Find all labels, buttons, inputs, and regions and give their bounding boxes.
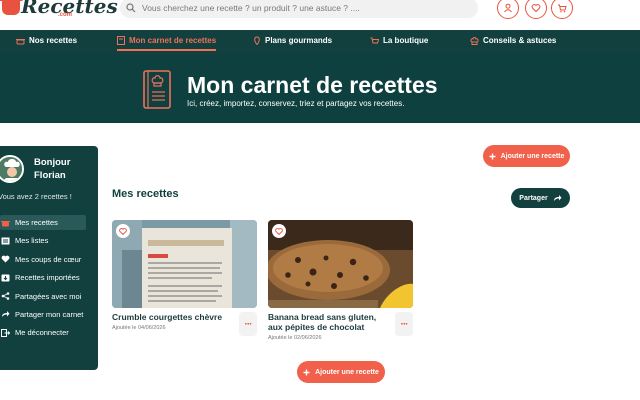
page-title: Mon carnet de recettes	[187, 72, 438, 98]
recipe-card[interactable]: Banana bread sans gluten, aux pépites de…	[268, 220, 413, 341]
favorite-toggle[interactable]	[116, 224, 130, 238]
search-bar[interactable]	[120, 0, 478, 18]
add-recipe-label: Ajouter une recette	[500, 152, 565, 160]
sidebar-item-label: Mes listes	[15, 236, 49, 246]
map-icon	[254, 36, 260, 45]
heart-icon	[1, 255, 10, 263]
active-underline	[117, 49, 217, 51]
greeting-line-1: Bonjour	[34, 157, 71, 168]
chef-hat-icon	[470, 36, 479, 45]
recipe-count: Vous avez 2 recettes !	[0, 192, 72, 201]
sidebar-item-partagees-avec-moi[interactable]: Partagées avec moi	[0, 289, 86, 304]
sidebar-item-label: Mes coups de cœur	[15, 254, 82, 264]
pot-icon	[16, 38, 25, 44]
search-input[interactable]	[142, 3, 462, 13]
share-arrow-icon	[553, 195, 562, 201]
sidebar-item-partager-mon-carnet[interactable]: Partager mon carnet	[0, 307, 86, 322]
page-subtitle: Ici, créez, importez, conservez, triez e…	[187, 99, 405, 108]
recipe-title[interactable]: Banana bread sans gluten, aux pépites de…	[268, 312, 390, 332]
nav-item-label: Mon carnet de recettes	[129, 36, 217, 45]
nav-item-label: Plans gourmands	[265, 36, 333, 45]
section-title: Mes recettes	[112, 188, 179, 200]
site-logo[interactable]: Recettes .com	[0, 0, 118, 22]
account-button[interactable]	[497, 0, 519, 19]
recipe-title[interactable]: Crumble courgettes chèvre	[112, 312, 234, 322]
plus-icon	[489, 153, 496, 159]
recipe-book-icon	[143, 70, 171, 109]
nav-item-label: La boutique	[383, 36, 429, 45]
sidebar-item-label: Mes recettes	[15, 218, 58, 227]
avatar	[0, 155, 24, 183]
add-recipe-label: Ajouter une recette	[315, 368, 379, 376]
logout-icon	[1, 328, 10, 337]
sidebar-item-coups-de-coeur[interactable]: Mes coups de cœur	[0, 252, 86, 267]
nav-item-plans-gourmands[interactable]: Plans gourmands	[253, 36, 332, 45]
sidebar-item-label: Partager mon carnet	[15, 309, 84, 319]
sidebar-item-label: Me déconnecter	[15, 328, 69, 338]
recipe-image[interactable]	[268, 220, 413, 308]
import-icon	[1, 274, 10, 282]
sidebar: Bonjour Florian Vous avez 2 recettes ! M…	[0, 146, 98, 370]
sidebar-item-label: Recettes importées	[15, 273, 80, 283]
sidebar-item-mes-listes[interactable]: Mes listes	[0, 233, 86, 248]
top-bar: Recettes .com	[0, 0, 640, 30]
main-nav: Nos recettes Mon carnet de recettes Plan…	[0, 30, 640, 54]
nav-item-label: Conseils & astuces	[483, 36, 557, 45]
sidebar-item-recettes-importees[interactable]: Recettes importées	[0, 270, 86, 285]
list-icon	[1, 237, 10, 245]
user-name: Florian	[34, 170, 66, 181]
sidebar-item-label: Partagées avec moi	[15, 291, 82, 301]
greeting: Bonjour Florian	[34, 156, 70, 182]
share-label: Partager	[519, 194, 548, 202]
sidebar-item-me-deconnecter[interactable]: Me déconnecter	[0, 325, 86, 340]
recipe-card[interactable]: Crumble courgettes chèvre Ajoutée le 04/…	[112, 220, 257, 336]
main-content: Bonjour Florian Vous avez 2 recettes ! M…	[0, 123, 640, 400]
add-recipe-button-bottom[interactable]: Ajouter une recette	[297, 361, 385, 383]
more-options-button[interactable]: ···	[395, 312, 413, 336]
chef-avatar-icon	[0, 157, 22, 181]
heart-icon	[275, 227, 283, 235]
nav-item-nos-recettes[interactable]: Nos recettes	[16, 36, 77, 45]
recipe-image[interactable]	[112, 220, 257, 308]
favorites-button[interactable]	[525, 0, 547, 19]
recipe-date: Ajoutée le 04/06/2026	[112, 325, 166, 331]
book-icon	[117, 36, 125, 45]
nav-item-la-boutique[interactable]: La boutique	[370, 36, 428, 45]
cart-icon	[558, 4, 567, 13]
share-network-icon	[1, 292, 10, 300]
heart-icon	[531, 4, 541, 13]
nav-item-mon-carnet[interactable]: Mon carnet de recettes	[117, 36, 217, 51]
nav-item-label: Nos recettes	[29, 36, 78, 45]
share-arrow-icon	[2, 311, 10, 318]
pot-logo-icon	[0, 0, 23, 15]
recipe-photo-banana-bread	[268, 220, 413, 308]
heart-icon	[119, 227, 127, 235]
recipe-photo-crumble	[112, 220, 257, 308]
hero-banner: Mon carnet de recettes Ici, créez, impor…	[0, 54, 640, 123]
plus-icon	[303, 369, 310, 375]
share-button[interactable]: Partager	[511, 188, 570, 208]
logo-suffix: .com	[58, 12, 73, 18]
cart-icon	[370, 37, 379, 43]
search-icon	[126, 3, 136, 13]
nav-item-conseils-astuces[interactable]: Conseils & astuces	[470, 36, 556, 45]
sidebar-menu: Mes recettes Mes listes Mes coups de cœu…	[0, 215, 86, 344]
sidebar-item-mes-recettes[interactable]: Mes recettes	[0, 215, 86, 230]
favorite-toggle[interactable]	[272, 224, 286, 238]
pot-icon	[1, 220, 10, 226]
recipe-date: Ajoutée le 02/06/2026	[268, 335, 322, 341]
more-options-button[interactable]: ···	[239, 312, 257, 336]
add-recipe-button[interactable]: Ajouter une recette	[483, 145, 570, 167]
user-icon	[504, 3, 512, 13]
cart-button[interactable]	[551, 0, 573, 19]
